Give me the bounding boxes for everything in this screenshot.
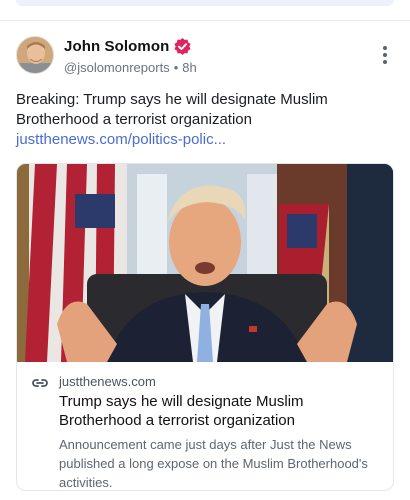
card-description: Announcement came just days after Just t… bbox=[59, 437, 368, 490]
card-body: justthenews.com Trump says he will desig… bbox=[17, 362, 393, 490]
link-preview-card[interactable]: justthenews.com Trump says he will desig… bbox=[16, 163, 394, 491]
post-text: Breaking: Trump says he will designate M… bbox=[16, 90, 394, 150]
author-block: John Solomon @jsolomonreports • 8h bbox=[64, 37, 197, 75]
verified-badge-icon bbox=[173, 37, 192, 56]
author-name[interactable]: John Solomon bbox=[64, 38, 169, 55]
separator-dot: • bbox=[173, 60, 179, 75]
previous-item-edge bbox=[16, 0, 394, 6]
card-title[interactable]: Trump says he will designate Muslim Brot… bbox=[59, 392, 381, 430]
post-body: Breaking: Trump says he will designate M… bbox=[16, 91, 328, 128]
author-handle[interactable]: @jsolomonreports bbox=[64, 60, 170, 75]
link-icon bbox=[31, 376, 49, 390]
avatar[interactable] bbox=[16, 36, 54, 74]
post-time[interactable]: 8h bbox=[182, 60, 196, 75]
card-image[interactable] bbox=[17, 164, 393, 362]
feed-divider bbox=[0, 20, 410, 21]
more-options-icon[interactable] bbox=[382, 46, 388, 66]
post-link[interactable]: justthenews.com/politics-polic... bbox=[16, 131, 226, 148]
card-domain: justthenews.com bbox=[59, 374, 156, 389]
